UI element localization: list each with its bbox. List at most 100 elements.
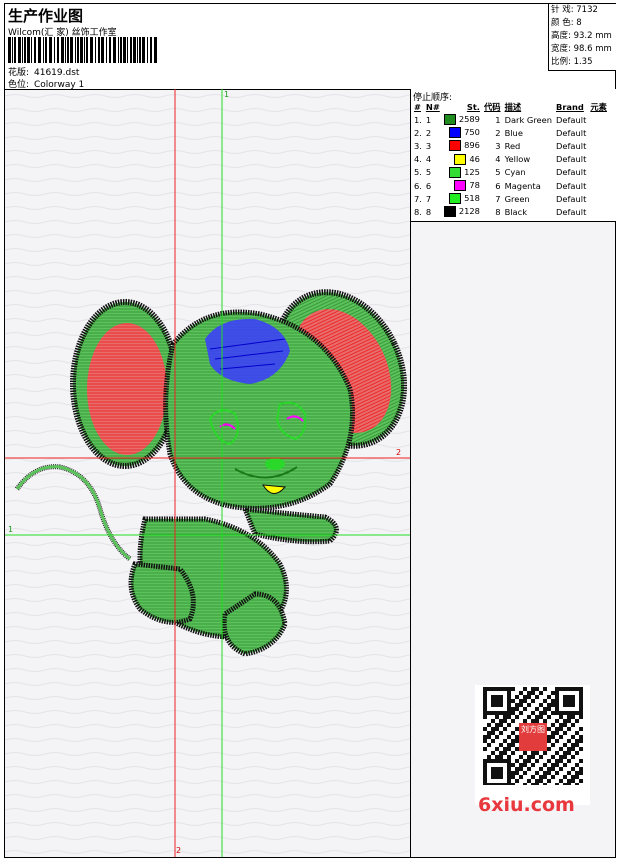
row-code: 3 xyxy=(495,140,501,151)
color-swatch xyxy=(449,140,462,152)
row-code: 4 xyxy=(495,154,501,165)
colorway-row: 8. 8 2128 8 Black Default xyxy=(412,205,609,218)
red-guide-label-right: 2 xyxy=(396,448,402,457)
barcode xyxy=(8,37,157,63)
row-stitches: 125 xyxy=(442,166,482,179)
design-scale: 比例: 1.35 xyxy=(551,57,593,67)
row-stitches: 2128 xyxy=(442,205,482,218)
row-needle: 7 xyxy=(425,193,432,204)
stitch-count-value: 750 xyxy=(464,127,480,138)
panel-divider xyxy=(410,221,411,857)
colorway-row: 6. 6 78 6 Magenta Default xyxy=(412,179,609,192)
row-brand: Default xyxy=(556,154,587,165)
red-guide-label-bottom: 2 xyxy=(176,846,182,855)
red-stamp: 刘方图 xyxy=(519,723,547,751)
row-element xyxy=(588,153,609,166)
row-code: 2 xyxy=(495,127,501,138)
embroidery-preview: 1 1 2 2 xyxy=(5,89,410,857)
row-index: 1. xyxy=(414,114,422,125)
stitch-count-value: 46 xyxy=(469,153,480,164)
stitch-count: 针 戏: 7132 xyxy=(551,5,598,15)
color-swatch xyxy=(443,114,456,126)
col-needle: N# xyxy=(425,102,440,112)
stitch-count-value: 78 xyxy=(469,180,480,191)
color-swatch xyxy=(454,180,467,192)
row-description: Blue xyxy=(504,127,523,138)
colorway-row: 5. 5 125 5 Cyan Default xyxy=(412,166,609,179)
row-element xyxy=(588,113,609,126)
row-element xyxy=(588,166,609,179)
row-description: Black xyxy=(504,206,528,217)
colorway-table: # N# St. 代码 描述 Brand 元素 1. 1 2589 1 Dark Gre… xyxy=(412,101,609,219)
stitch-count-value: 518 xyxy=(464,193,480,204)
green-guide-label-left: 1 xyxy=(8,525,14,534)
stop-sequence-panel: 停止顺序: # N# St. 代码 描述 Brand 元素 1. 1 2589 1 Da… xyxy=(410,89,616,222)
color-count: 颜 色: 8 xyxy=(551,18,582,28)
row-stitches: 518 xyxy=(442,192,482,205)
row-needle: 6 xyxy=(425,180,432,191)
row-needle: 2 xyxy=(425,127,432,138)
row-stitches: 750 xyxy=(442,126,482,139)
green-guide-label-top: 1 xyxy=(224,90,230,99)
row-needle: 8 xyxy=(425,206,432,217)
row-index: 7. xyxy=(414,193,422,204)
colorway-row: 4. 4 46 4 Yellow Default xyxy=(412,153,609,166)
row-needle: 3 xyxy=(425,140,432,151)
row-stitches: 896 xyxy=(442,139,482,152)
col-index: # xyxy=(414,102,421,112)
color-swatch xyxy=(443,206,456,218)
row-needle: 5 xyxy=(425,167,432,178)
row-stitches: 46 xyxy=(442,153,482,166)
row-brand: Default xyxy=(556,114,587,125)
site-watermark: 6xiu.com xyxy=(478,794,575,816)
row-description: Dark Green xyxy=(504,114,553,125)
row-code: 8 xyxy=(495,206,501,217)
qr-code: 刘方图 xyxy=(475,685,590,805)
col-stitches: St. xyxy=(466,102,480,112)
stitch-count-value: 896 xyxy=(464,140,480,151)
stitch-count-value: 2128 xyxy=(458,206,480,217)
col-description: 描述 xyxy=(504,102,522,112)
color-swatch xyxy=(454,153,467,165)
sheet-title: 生产作业图 xyxy=(8,7,84,25)
row-description: Green xyxy=(504,193,530,204)
color-swatch xyxy=(449,127,462,139)
colorway-row: 1. 1 2589 1 Dark Green Default xyxy=(412,113,609,126)
row-brand: Default xyxy=(556,206,587,217)
row-code: 7 xyxy=(495,193,501,204)
stitch-count-value: 125 xyxy=(464,166,480,177)
row-code: 5 xyxy=(495,167,501,178)
row-element xyxy=(588,126,609,139)
row-description: Red xyxy=(504,140,521,151)
design-height: 高度: 93.2 mm xyxy=(551,31,612,41)
row-description: Yellow xyxy=(504,154,531,165)
row-index: 8. xyxy=(414,206,422,217)
row-brand: Default xyxy=(556,127,587,138)
row-description: Magenta xyxy=(504,180,541,191)
row-stitches: 78 xyxy=(442,179,482,192)
row-needle: 1 xyxy=(425,114,432,125)
col-brand: Brand xyxy=(556,102,584,112)
color-swatch xyxy=(449,166,462,178)
col-code: 代码 xyxy=(483,102,501,112)
row-element xyxy=(588,192,609,205)
row-element xyxy=(588,139,609,152)
row-brand: Default xyxy=(556,193,587,204)
colorway-table-header: # N# St. 代码 描述 Brand 元素 xyxy=(412,101,609,113)
row-description: Cyan xyxy=(504,167,526,178)
row-element xyxy=(588,205,609,218)
row-code: 6 xyxy=(495,180,501,191)
design-width: 宽度: 98.6 mm xyxy=(551,44,612,54)
mouse-embroidery-image xyxy=(5,89,410,857)
sheet-header: 生产作业图 Wilcom(汇 家) 丝饰工作室 花版: 41619.dst 色位:… xyxy=(5,4,615,90)
col-element: 元素 xyxy=(590,102,607,112)
row-brand: Default xyxy=(556,167,587,178)
row-index: 3. xyxy=(414,140,422,151)
row-element xyxy=(588,179,609,192)
row-code: 1 xyxy=(495,114,501,125)
stitch-count-value: 2589 xyxy=(458,114,480,125)
row-brand: Default xyxy=(556,180,587,191)
colorway-row: 7. 7 518 7 Green Default xyxy=(412,192,609,205)
color-swatch xyxy=(449,193,462,205)
row-index: 5. xyxy=(414,167,422,178)
